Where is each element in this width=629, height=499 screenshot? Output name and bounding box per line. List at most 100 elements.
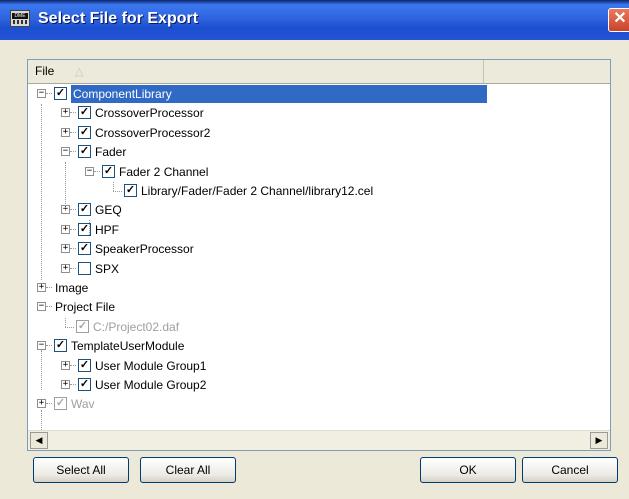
select-all-label: Select All <box>56 463 106 477</box>
tree-item-label[interactable]: Wav <box>71 397 95 411</box>
tree-row[interactable]: ✓ Library/Fader/Fader 2 Channel/library12… <box>28 182 610 201</box>
tree-connector <box>113 182 114 191</box>
tree-guide-line <box>41 104 42 280</box>
tree-item-label[interactable]: SPX <box>95 262 119 276</box>
expand-icon[interactable]: + <box>61 380 70 389</box>
checkbox-checked-icon[interactable]: ✓ <box>102 164 115 178</box>
expand-icon[interactable]: + <box>61 127 70 137</box>
tree-guide-line <box>89 220 90 235</box>
checkbox-checked-icon[interactable]: ✓ <box>78 378 91 391</box>
checkbox-checked-icon[interactable]: ✓ <box>78 203 91 217</box>
column-header-file[interactable]: File △ <box>28 60 484 83</box>
tree-item-label[interactable]: GEQ <box>95 203 122 217</box>
file-tree-panel[interactable]: File △ − ✓ ComponentLibrary + ✓ CrossoverProc… <box>27 59 611 451</box>
collapse-icon[interactable]: − <box>37 89 46 98</box>
app-icon-dots <box>13 20 27 24</box>
checkbox-checked-icon[interactable]: ✓ <box>78 125 91 139</box>
tree-row[interactable]: ✓ C:/Project02.daf <box>28 317 610 337</box>
tree-connector <box>65 326 74 328</box>
expand-icon[interactable]: + <box>61 224 70 234</box>
tree-item-label[interactable]: User Module Group1 <box>95 359 206 373</box>
tree-connector <box>94 170 100 172</box>
collapse-icon[interactable]: − <box>61 147 70 157</box>
sort-arrow-icon: △ <box>75 66 84 78</box>
dme-app-icon: DME <box>10 10 30 27</box>
tree-connector <box>70 364 76 366</box>
expand-icon[interactable]: + <box>61 360 70 370</box>
tree-item-label[interactable]: Project File <box>55 300 115 314</box>
tree-connector <box>113 191 122 192</box>
tree-item-label[interactable]: C:/Project02.daf <box>93 320 179 334</box>
tree-connector <box>70 131 76 133</box>
checkbox-checked-icon[interactable]: ✓ <box>78 145 91 159</box>
scroll-right-button[interactable]: ▶ <box>590 432 608 449</box>
list-header: File △ <box>28 60 610 84</box>
tree-row[interactable]: + ✓ Wav <box>28 395 610 414</box>
checkbox-unchecked-icon[interactable] <box>78 261 91 275</box>
tree-connector <box>70 228 76 230</box>
tree-item-label[interactable]: SpeakerProcessor <box>95 242 194 256</box>
tree-row[interactable]: + ✓ User Module Group2 <box>28 376 610 395</box>
tree-connector <box>70 248 76 250</box>
collapse-icon[interactable]: − <box>37 341 46 351</box>
scroll-left-button[interactable]: ◀ <box>30 432 48 449</box>
cancel-label: Cancel <box>551 463 589 477</box>
checkbox-checked-icon[interactable]: ✓ <box>78 106 91 120</box>
tree-row[interactable]: − ✓ TemplateUserModule <box>28 337 610 356</box>
checkbox-checked-icon: ✓ <box>76 319 89 333</box>
tree-connector <box>46 287 52 288</box>
tree-row[interactable]: − ✓ Fader 2 Channel <box>28 163 610 182</box>
tree-connector <box>46 345 52 347</box>
select-all-button[interactable]: Select All <box>33 457 129 483</box>
tree-row[interactable]: − Project File <box>28 298 610 317</box>
tree-item-label[interactable]: Image <box>55 281 88 295</box>
tree-row[interactable]: + Image <box>28 279 610 298</box>
tree-row[interactable]: + SPX <box>28 260 610 279</box>
tree-row[interactable]: + ✓ User Module Group1 <box>28 357 610 376</box>
ok-label: OK <box>459 463 477 477</box>
tree-item-label[interactable]: HPF <box>95 223 119 237</box>
tree-connector <box>46 306 52 308</box>
tree-connector <box>70 384 76 385</box>
checkbox-checked-icon[interactable]: ✓ <box>78 358 91 372</box>
tree-item-label[interactable]: Library/Fader/Fader 2 Channel/library12.… <box>141 184 373 198</box>
tree-item-label[interactable]: CrossoverProcessor <box>95 106 204 120</box>
expand-icon[interactable]: + <box>61 108 70 118</box>
tree-connector <box>70 267 76 269</box>
checkbox-checked-icon[interactable]: ✓ <box>78 242 91 256</box>
expand-icon[interactable]: + <box>37 283 46 292</box>
tree-item-label[interactable]: Fader <box>95 145 126 159</box>
cancel-button[interactable]: Cancel <box>522 457 618 483</box>
tree-item-label[interactable]: User Module Group2 <box>95 378 206 392</box>
tree-item-label[interactable]: TemplateUserModule <box>71 339 184 353</box>
tree-row[interactable]: + ✓ CrossoverProcessor <box>28 104 610 123</box>
tree-connector <box>65 317 66 327</box>
scroll-right-icon: ▶ <box>595 435 603 445</box>
tree-row[interactable]: + ✓ CrossoverProcessor2 <box>28 124 610 143</box>
title-bar[interactable]: DME Select File for Export ✕ <box>0 0 629 40</box>
tree-item-label[interactable]: CrossoverProcessor2 <box>95 126 210 140</box>
ok-button[interactable]: OK <box>420 457 516 483</box>
checkbox-checked-icon[interactable]: ✓ <box>54 87 67 100</box>
close-button[interactable]: ✕ <box>608 8 629 32</box>
tree-item-label[interactable]: Fader 2 Channel <box>119 165 208 179</box>
tree-row[interactable]: + ✓ SpeakerProcessor <box>28 240 610 259</box>
tree-row[interactable]: + ✓ HPF <box>28 221 610 240</box>
expand-icon[interactable]: + <box>61 263 70 273</box>
close-icon: ✕ <box>613 10 627 27</box>
expand-icon[interactable]: + <box>61 244 70 254</box>
export-dialog: DME Select File for Export ✕ File △ − ✓ Co… <box>0 0 629 499</box>
collapse-icon[interactable]: − <box>85 166 94 176</box>
expand-icon[interactable]: + <box>37 399 46 409</box>
tree-item-label[interactable]: ComponentLibrary <box>71 85 487 103</box>
clear-all-button[interactable]: Clear All <box>140 457 236 483</box>
checkbox-checked-icon[interactable]: ✓ <box>54 339 67 353</box>
column-header-label: File <box>35 64 55 78</box>
horizontal-scrollbar[interactable]: ◀ ▶ <box>28 430 610 450</box>
checkbox-checked-icon[interactable]: ✓ <box>124 184 137 197</box>
tree-row[interactable]: − ✓ Fader <box>28 143 610 162</box>
tree-row[interactable]: + ✓ GEQ <box>28 201 610 220</box>
collapse-icon[interactable]: − <box>37 302 46 312</box>
tree-row[interactable]: − ✓ ComponentLibrary <box>28 85 610 104</box>
scroll-left-icon: ◀ <box>35 435 43 445</box>
